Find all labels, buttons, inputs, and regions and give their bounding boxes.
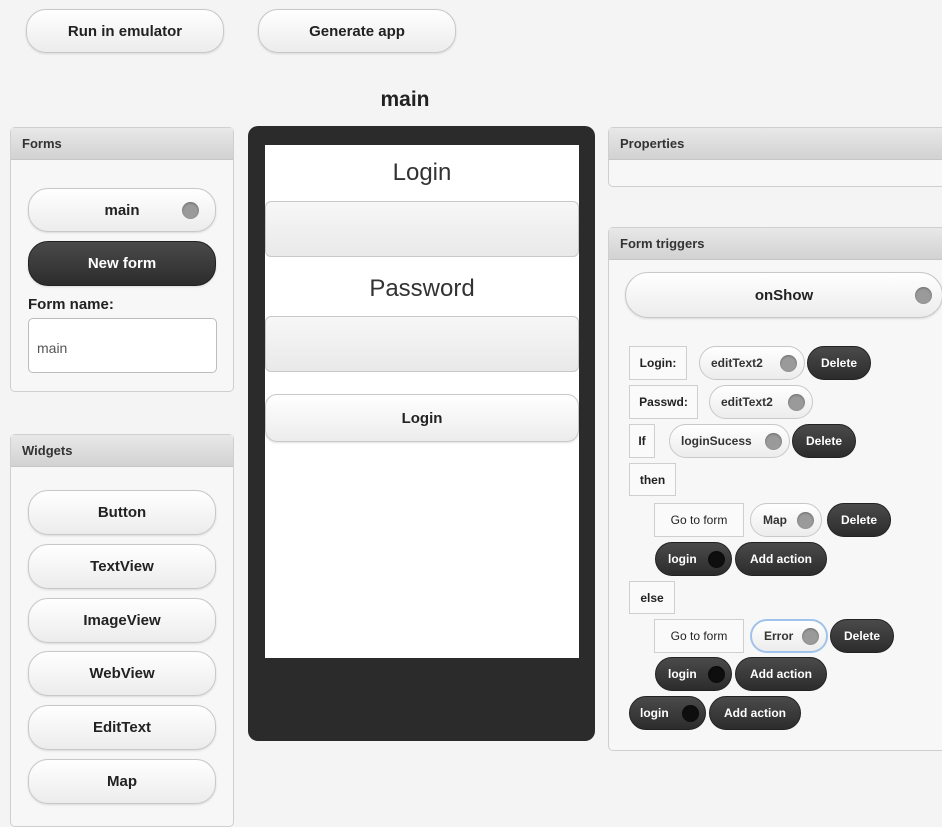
form-item-main[interactable]: main — [28, 188, 216, 232]
delete-button[interactable]: Delete — [792, 424, 856, 458]
form-name-label: Form name: — [28, 296, 114, 313]
go-to-form-label: Go to form — [654, 619, 744, 653]
properties-panel-header: Properties — [609, 128, 942, 160]
widget-webview[interactable]: WebView — [28, 651, 216, 696]
circle-toggle-icon — [182, 202, 199, 219]
form-triggers-panel: Form triggers onShow Login: editText2 De… — [608, 227, 942, 751]
condition-value: loginSucess — [681, 434, 752, 448]
widget-textview[interactable]: TextView — [28, 544, 216, 589]
canvas-title: main — [380, 88, 430, 111]
target-form-value: Map — [763, 513, 787, 527]
widget-button[interactable]: Button — [28, 490, 216, 535]
widgets-panel-header: Widgets — [11, 435, 233, 467]
circle-toggle-icon — [708, 665, 725, 683]
if-keyword: If — [629, 424, 655, 458]
then-keyword: then — [629, 463, 676, 496]
passwd-var-value: editText2 — [721, 395, 773, 409]
event-value: login — [640, 706, 669, 720]
login-field[interactable] — [265, 201, 579, 257]
condition-select[interactable]: loginSucess — [669, 424, 790, 458]
widget-imageview[interactable]: ImageView — [28, 598, 216, 643]
phone-screen: Login Password Login — [265, 145, 579, 658]
new-form-button[interactable]: New form — [28, 241, 216, 286]
password-field[interactable] — [265, 316, 579, 372]
circle-toggle-icon — [788, 393, 805, 411]
login-button[interactable]: Login — [265, 394, 579, 442]
login-var-value: editText2 — [711, 356, 763, 370]
target-form-select[interactable]: Error — [750, 619, 828, 653]
event-value: login — [668, 667, 697, 681]
phone-preview: Login Password Login — [248, 126, 595, 741]
delete-button[interactable]: Delete — [827, 503, 891, 537]
login-var-label: Login: — [629, 346, 687, 380]
properties-panel: Properties — [608, 127, 942, 187]
forms-panel: Forms main New form Form name: main — [10, 127, 234, 392]
form-name-value: main — [37, 340, 68, 356]
circle-toggle-icon — [682, 704, 699, 722]
widget-map[interactable]: Map — [28, 759, 216, 804]
add-action-button[interactable]: Add action — [735, 542, 827, 576]
forms-panel-header: Forms — [11, 128, 233, 160]
circle-toggle-icon — [780, 354, 797, 372]
circle-toggle-icon — [797, 511, 814, 529]
else-keyword: else — [629, 581, 675, 614]
form-name-field[interactable]: main — [28, 318, 217, 373]
password-title[interactable]: Password — [265, 275, 579, 303]
delete-button[interactable]: Delete — [830, 619, 894, 653]
delete-button[interactable]: Delete — [807, 346, 871, 380]
event-select[interactable]: login — [629, 696, 706, 730]
circle-toggle-icon — [708, 550, 725, 568]
run-in-emulator-button[interactable]: Run in emulator — [26, 9, 224, 53]
onshow-label: onShow — [754, 286, 814, 304]
circle-toggle-icon — [765, 432, 782, 450]
go-to-form-label: Go to form — [654, 503, 744, 537]
event-value: login — [668, 552, 697, 566]
widget-edittext[interactable]: EditText — [28, 705, 216, 750]
passwd-var-label: Passwd: — [629, 385, 698, 419]
add-action-button[interactable]: Add action — [709, 696, 801, 730]
event-select[interactable]: login — [655, 542, 732, 576]
form-triggers-panel-header: Form triggers — [609, 228, 942, 260]
login-title[interactable]: Login — [265, 159, 579, 187]
onshow-trigger[interactable]: onShow — [625, 272, 942, 318]
circle-toggle-icon — [915, 287, 932, 304]
event-select[interactable]: login — [655, 657, 732, 691]
widgets-panel: Widgets Button TextView ImageView WebVie… — [10, 434, 234, 827]
add-action-button[interactable]: Add action — [735, 657, 827, 691]
circle-toggle-icon — [802, 627, 819, 645]
target-form-select[interactable]: Map — [750, 503, 822, 537]
target-form-value: Error — [764, 629, 794, 643]
passwd-var-select[interactable]: editText2 — [709, 385, 813, 419]
form-item-label: main — [104, 201, 140, 219]
generate-app-button[interactable]: Generate app — [258, 9, 456, 53]
login-var-select[interactable]: editText2 — [699, 346, 805, 380]
